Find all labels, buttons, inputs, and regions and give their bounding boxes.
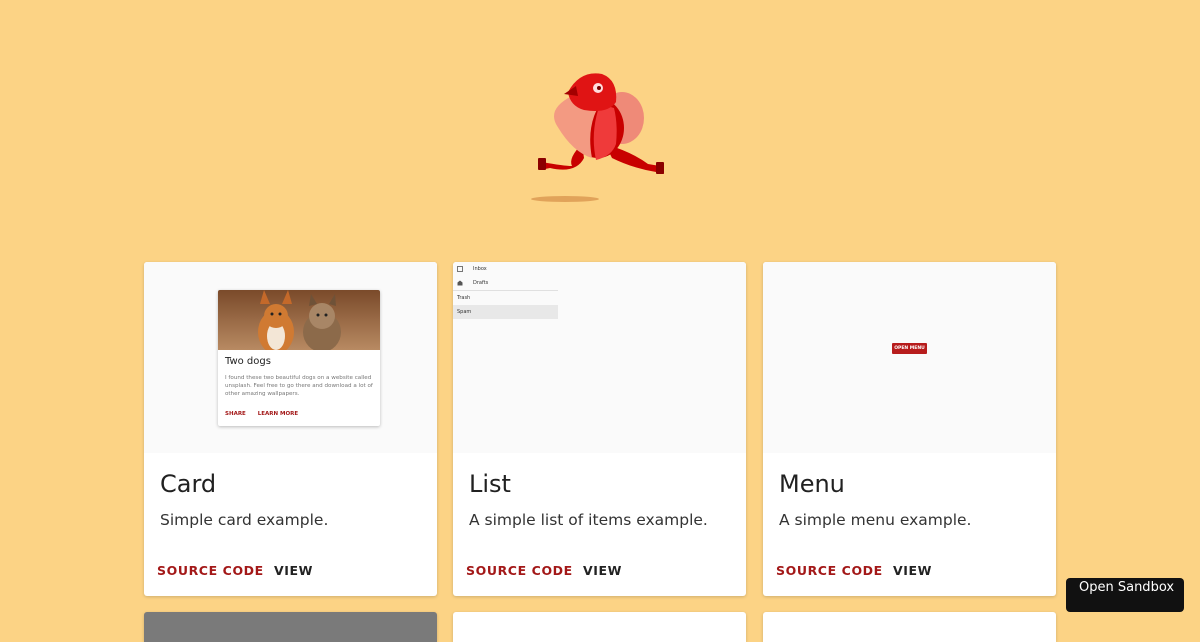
card-description: A simple list of items example. [469, 511, 708, 529]
card-title: List [469, 470, 511, 498]
inbox-icon [457, 266, 463, 272]
preview-share-button: SHARE [225, 411, 246, 417]
preview-mini-card: Two dogs I found these two beautiful dog… [218, 290, 380, 426]
example-card-partial [763, 612, 1056, 642]
mascot-illustration [531, 73, 664, 202]
preview-card-text: I found these two beautiful dogs on a we… [225, 375, 373, 397]
example-card-list: Inbox Drafts Trash Spam List A simple li… [453, 262, 746, 596]
preview-open-menu-button: OPEN MENU [892, 343, 927, 354]
preview-list-item: Spam [453, 305, 558, 319]
card-title: Card [160, 470, 217, 498]
view-button[interactable]: VIEW [274, 563, 313, 578]
card-title: Menu [779, 470, 845, 498]
dogs-photo [218, 290, 380, 354]
card-description: Simple card example. [160, 511, 329, 529]
open-sandbox-button[interactable]: Open Sandbox [1066, 578, 1184, 612]
source-code-button[interactable]: SOURCE CODE [776, 563, 883, 578]
source-code-button[interactable]: SOURCE CODE [466, 563, 573, 578]
preview-learn-more-button: LEARN MORE [257, 411, 299, 417]
card-preview: Two dogs I found these two beautiful dog… [144, 262, 437, 453]
example-card-menu: OPEN MENU Menu A simple menu example. SO… [763, 262, 1056, 596]
preview-list-item: Drafts [453, 276, 558, 290]
view-button[interactable]: VIEW [893, 563, 932, 578]
preview-list: Inbox Drafts Trash Spam [453, 262, 558, 319]
preview-card-title: Two dogs [225, 356, 271, 367]
list-preview: Inbox Drafts Trash Spam [453, 262, 746, 453]
preview-list-item: Inbox [453, 262, 558, 276]
card-description: A simple menu example. [779, 511, 972, 529]
menu-preview: OPEN MENU [763, 262, 1056, 453]
example-card-partial [453, 612, 746, 642]
source-code-button[interactable]: SOURCE CODE [157, 563, 264, 578]
preview-card-actions: SHARE LEARN MORE [225, 411, 308, 417]
preview-list-item: Trash [453, 290, 558, 305]
example-card-partial [144, 612, 437, 642]
example-card-card: Two dogs I found these two beautiful dog… [144, 262, 437, 596]
drafts-icon [457, 280, 463, 286]
view-button[interactable]: VIEW [583, 563, 622, 578]
